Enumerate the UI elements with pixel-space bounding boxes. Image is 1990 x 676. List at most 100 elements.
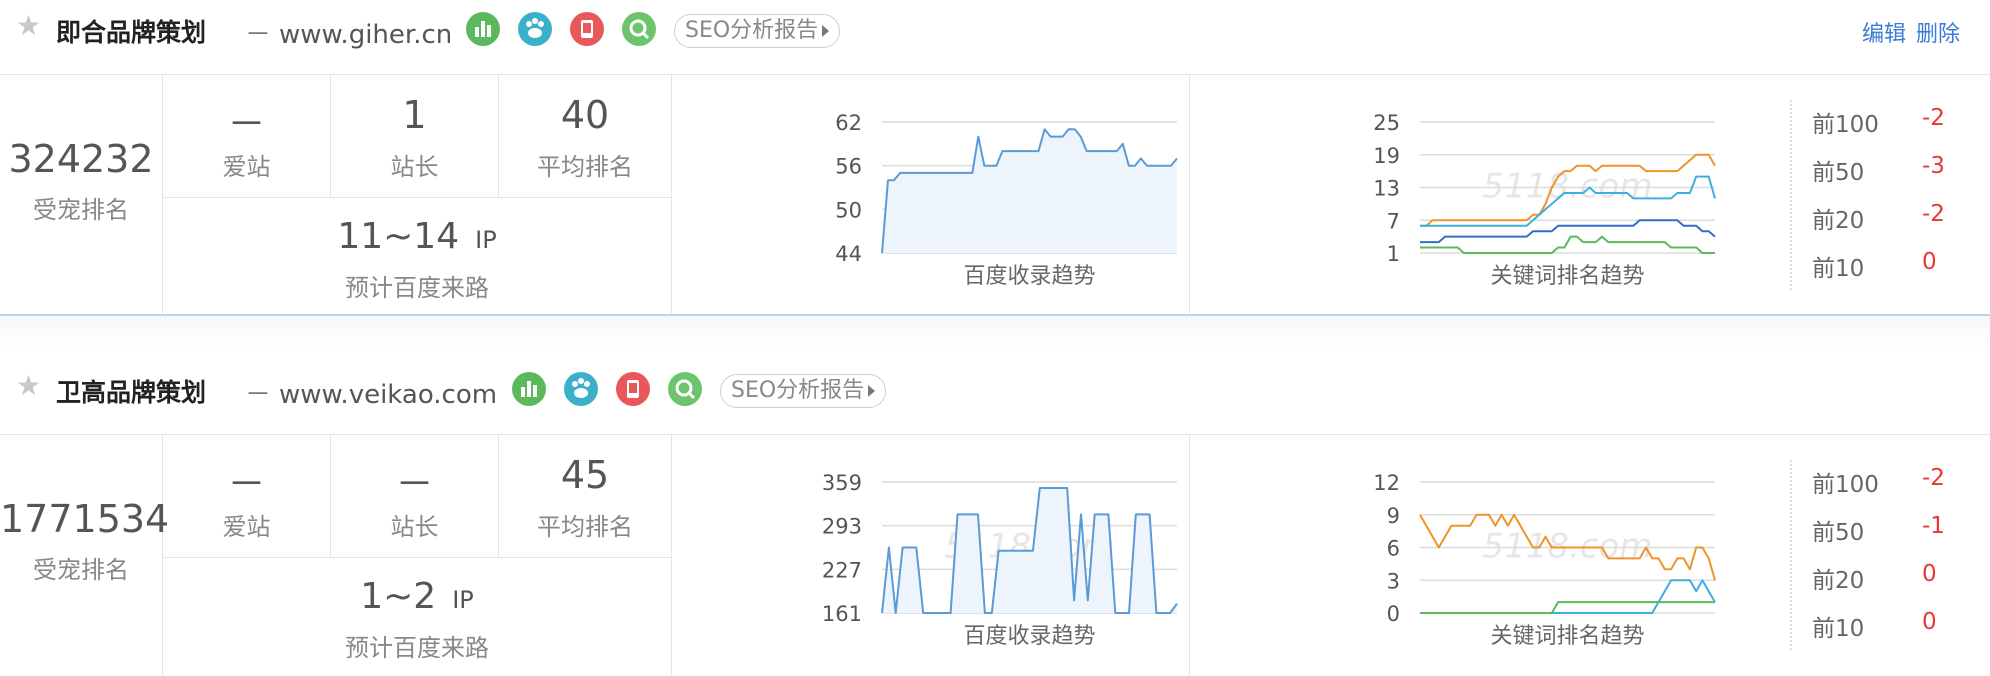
stats-icon[interactable] (512, 372, 546, 406)
index-trend-box: 5118.com62565044百度收录趋势 (672, 75, 1190, 314)
baidu-paw-icon[interactable] (564, 372, 598, 406)
y-tick-label: 227 (822, 558, 862, 582)
y-tick-label: 161 (822, 602, 862, 626)
edit-link[interactable]: 编辑 (1862, 22, 1906, 47)
y-tick-label: 13 (1373, 177, 1400, 201)
site-header: ★ 即合品牌策划 － www.giher.cn SEO分析报告 编辑 删除 (0, 0, 1990, 60)
site-name[interactable]: 卫高品牌策划 (56, 373, 206, 409)
site-url[interactable]: － www.giher.cn (245, 14, 452, 51)
y-tick-label: 359 (822, 471, 862, 495)
traffic-label: 预计百度来路 (345, 634, 489, 662)
stat-zhanzhang: 1 站长 (331, 75, 499, 198)
traffic-value: 1~2 IP (360, 576, 474, 617)
site-card: ★ 即合品牌策划 － www.giher.cn SEO分析报告 编辑 删除 3242… (0, 0, 1990, 314)
index-trend-chart: 5118.com62565044百度收录趋势 (835, 111, 1178, 289)
arrow-right-icon (868, 385, 876, 397)
pet-rank-label: 受宠排名 (33, 196, 129, 224)
rank-row: 前100 -2 (1812, 465, 1945, 498)
pet-rank-label: 受宠排名 (33, 556, 129, 584)
search-q-icon[interactable] (668, 372, 702, 406)
series-line (1420, 219, 1716, 244)
pet-rank-value: 324232 (8, 137, 154, 181)
dotted-divider (1790, 100, 1792, 290)
y-tick-label: 25 (1373, 111, 1400, 135)
chart-title: 关键词排名趋势 (1490, 264, 1644, 289)
row-separator (0, 314, 1990, 349)
delete-link[interactable]: 删除 (1916, 22, 1960, 47)
site-url[interactable]: － www.veikao.com (245, 374, 497, 411)
index-trend-chart: 5118.com359293227161百度收录趋势 (822, 471, 1178, 649)
area-fill (882, 129, 1177, 253)
traffic-value: 11~14 IP (337, 216, 497, 257)
rank-row: 前50 -3 (1812, 153, 1945, 186)
series-line (1420, 235, 1715, 254)
baidu-paw-icon[interactable] (518, 12, 552, 46)
rank-row: 前20 0 (1812, 561, 1937, 594)
keyword-trend-chart: 5118.com 25 19 13 7 1 关键词排名趋势 (1373, 111, 1716, 289)
y-tick-label: 293 (822, 515, 862, 539)
y-tick-label: 44 (835, 242, 862, 266)
favorite-star-icon[interactable]: ★ (16, 372, 44, 400)
chart-title: 百度收录趋势 (963, 624, 1095, 649)
y-tick-label: 6 (1387, 537, 1400, 561)
y-tick-label: 7 (1387, 209, 1400, 233)
traffic-box: 1~2 IP 预计百度来路 (163, 558, 672, 676)
dotted-divider (1790, 460, 1792, 650)
arrow-right-icon (822, 25, 830, 37)
stat-label: 站长 (390, 153, 439, 181)
y-tick-label: 3 (1387, 569, 1400, 593)
series-line (1420, 579, 1716, 614)
y-tick-label: 56 (835, 155, 862, 179)
y-tick-label: 50 (835, 198, 862, 222)
stat-value: 1 (402, 93, 427, 137)
search-q-icon[interactable] (622, 12, 656, 46)
pet-rank-value: 1771534 (0, 497, 170, 541)
stat-label: 爱站 (222, 513, 271, 541)
site-card: ★ 卫高品牌策划 － www.veikao.com SEO分析报告 1771534… (0, 360, 1990, 676)
stat-value: 40 (560, 93, 610, 137)
stats-icon[interactable] (466, 12, 500, 46)
y-tick-label: 1 (1387, 242, 1400, 266)
stat-aizhan: － 爱站 (163, 75, 331, 198)
keyword-trend-box: 5118.com 25 19 13 7 1 关键词排名趋势 (1190, 75, 1790, 314)
rank-row: 前100 -2 (1812, 105, 1945, 138)
y-tick-label: 0 (1387, 602, 1400, 626)
site-header: ★ 卫高品牌策划 － www.veikao.com SEO分析报告 (0, 360, 1990, 420)
chart-title: 百度收录趋势 (963, 264, 1095, 289)
chart-title: 关键词排名趋势 (1490, 624, 1644, 649)
keyword-trend-box: 5118.com 12 9 6 3 0 关键词排名趋势 (1190, 435, 1790, 676)
rank-row: 前10 0 (1812, 249, 1937, 282)
rank-row: 前50 -1 (1812, 513, 1945, 546)
traffic-label: 预计百度来路 (345, 274, 489, 302)
site-actions: 编辑 删除 (1852, 16, 1960, 48)
stat-value: － (227, 102, 266, 146)
watermark: 5118.com (1483, 167, 1653, 207)
mobile-icon[interactable] (570, 12, 604, 46)
rank-row: 前20 -2 (1812, 201, 1945, 234)
seo-report-button[interactable]: SEO分析报告 (720, 374, 887, 408)
stat-value: － (395, 462, 434, 506)
stat-label: 站长 (390, 513, 439, 541)
pet-rank-box: 324232 受宠排名 (0, 75, 163, 314)
site-name[interactable]: 即合品牌策划 (56, 13, 206, 49)
traffic-box: 11~14 IP 预计百度来路 (163, 198, 672, 314)
index-trend-box: 5118.com 359 293 227 161 百度收录趋势 (672, 435, 1190, 676)
stat-label: 爱站 (222, 153, 271, 181)
stat-avg-rank: 45 平均排名 (499, 435, 672, 558)
mobile-icon[interactable] (616, 372, 650, 406)
series-line (1420, 601, 1715, 614)
stat-zhanzhang: － 站长 (331, 435, 499, 558)
pet-rank-box: 1771534 受宠排名 (0, 435, 170, 676)
y-tick-label: 9 (1387, 504, 1400, 528)
seo-report-button[interactable]: SEO分析报告 (674, 14, 841, 48)
stat-value: 45 (560, 453, 610, 497)
stat-value: － (227, 462, 266, 506)
y-tick-label: 12 (1373, 471, 1400, 495)
stat-label: 平均排名 (537, 153, 633, 181)
y-tick-label: 19 (1373, 144, 1400, 168)
rank-row: 前10 0 (1812, 609, 1937, 642)
favorite-star-icon[interactable]: ★ (16, 12, 44, 40)
stat-label: 平均排名 (537, 513, 633, 541)
keyword-trend-chart: 5118.com129630关键词排名趋势 (1373, 471, 1716, 649)
y-tick-label: 62 (835, 111, 862, 135)
